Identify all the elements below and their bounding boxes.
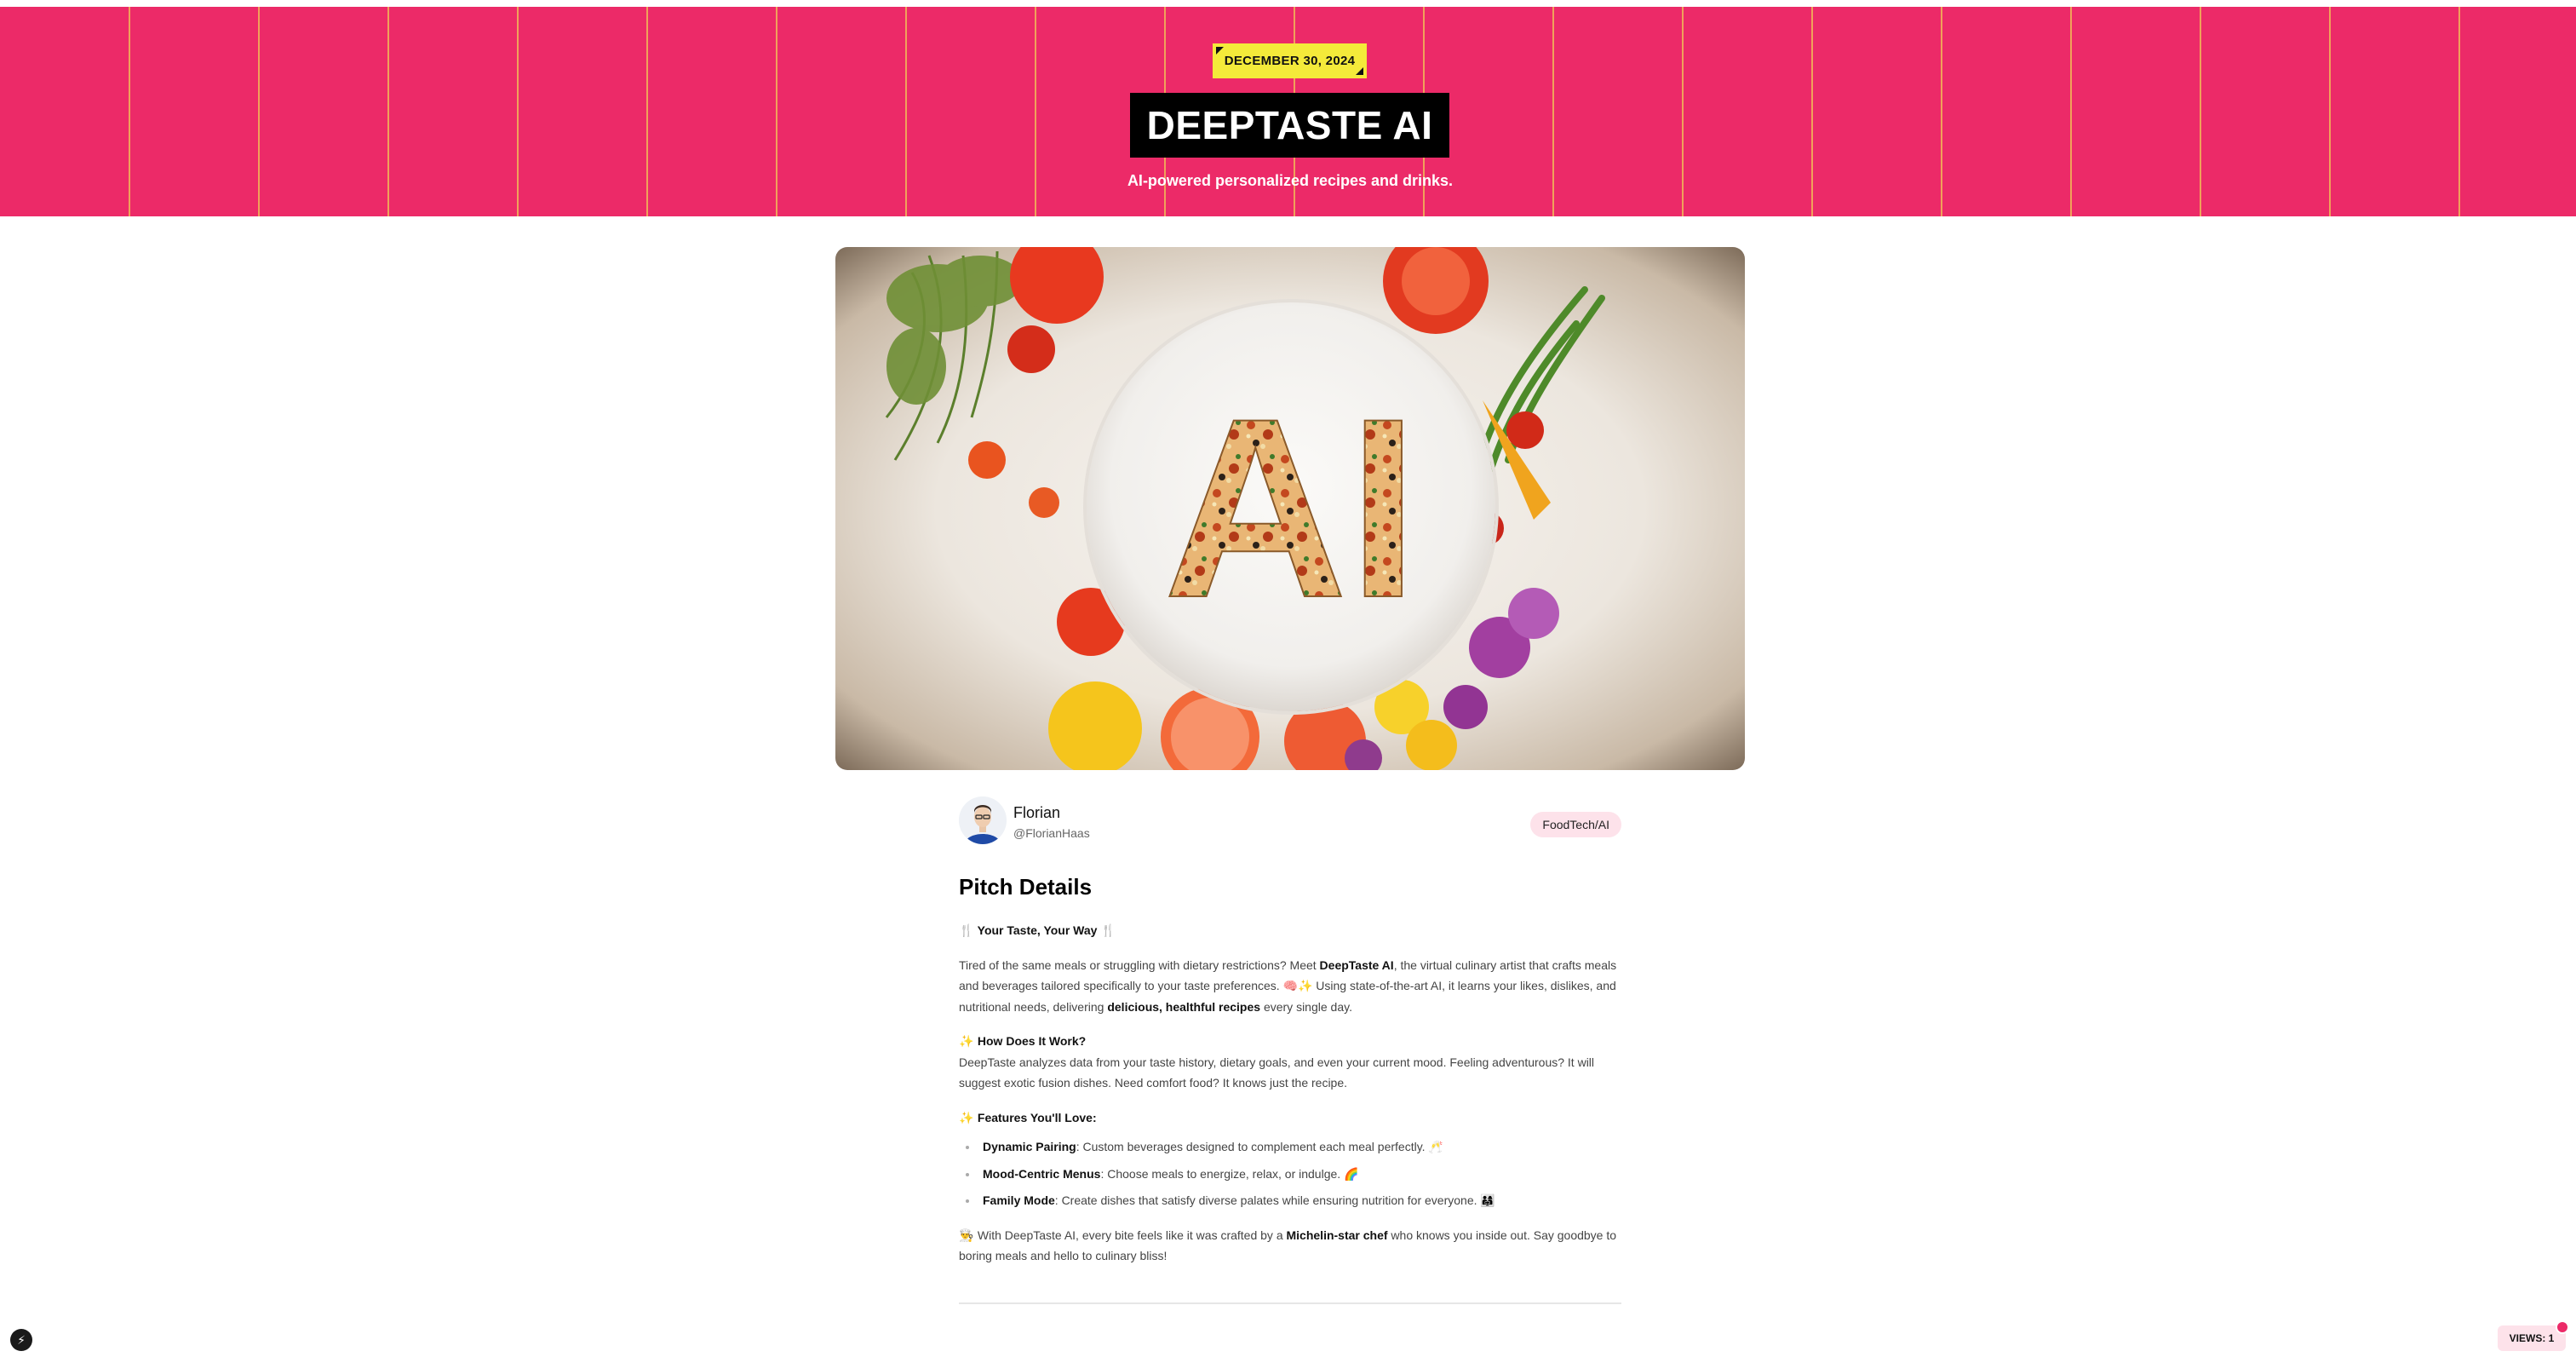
hero-image: AI xyxy=(835,247,1745,770)
views-label: VIEWS: 1 xyxy=(2509,1332,2555,1344)
intro-bold-name: DeepTaste AI xyxy=(1319,957,1394,972)
intro-paragraph: Tired of the same meals or struggling wi… xyxy=(959,955,1621,1018)
feature-text: : Custom beverages designed to complemen… xyxy=(1076,1140,1443,1153)
list-item: Dynamic Pairing: Custom beverages design… xyxy=(959,1136,1621,1158)
features-heading-row: ✨ Features You'll Love: xyxy=(959,1107,1621,1129)
section-heading: Pitch Details xyxy=(959,874,1093,900)
features-heading: Features You'll Love: xyxy=(977,1110,1097,1124)
closing-paragraph: 👨‍🍳 With DeepTaste AI, every bite feels … xyxy=(959,1225,1621,1267)
sparkles-icon: ✨ xyxy=(959,1034,974,1048)
header-banner: DECEMBER 30, 2024 DEEPTASTE AI AI-powere… xyxy=(0,7,2576,216)
how-it-works: ✨ How Does It Work? DeepTaste analyzes d… xyxy=(959,1031,1621,1094)
fork-knife-icon: 🍴 xyxy=(959,923,974,937)
page-subtitle: AI-powered personalized recipes and drin… xyxy=(1127,172,1454,189)
closing-bold: Michelin-star chef xyxy=(1286,1228,1388,1242)
date-badge: DECEMBER 30, 2024 xyxy=(1213,43,1367,78)
author-name[interactable]: Florian xyxy=(1013,804,1060,822)
hero-ai-letters: AI xyxy=(1163,365,1419,651)
tagline: 🍴 Your Taste, Your Way 🍴 xyxy=(959,920,1621,941)
intro-text: every single day. xyxy=(1260,999,1352,1014)
feature-text: : Choose meals to energize, relax, or in… xyxy=(1100,1166,1359,1181)
author-row: Florian @FlorianHaas FoodTech/AI xyxy=(959,796,1621,848)
article-content: Pitch Details 🍴 Your Taste, Your Way 🍴 T… xyxy=(959,872,1621,1280)
how-heading: How Does It Work? xyxy=(977,1034,1087,1048)
sparkles-icon: ✨ xyxy=(959,1110,974,1124)
feature-title: Mood-Centric Menus xyxy=(983,1166,1101,1181)
list-item: Family Mode: Create dishes that satisfy … xyxy=(959,1190,1621,1211)
page-title: DEEPTASTE AI xyxy=(1130,93,1449,158)
feature-title: Dynamic Pairing xyxy=(983,1140,1076,1153)
author-handle[interactable]: @FlorianHaas xyxy=(1013,826,1090,840)
intro-bold-recipes: delicious, healthful recipes xyxy=(1107,999,1261,1014)
chef-icon: 👨‍🍳 xyxy=(959,1228,974,1242)
list-item: Mood-Centric Menus: Choose meals to ener… xyxy=(959,1164,1621,1185)
avatar[interactable] xyxy=(959,796,1007,844)
corner-mark-icon xyxy=(1216,47,1224,55)
divider xyxy=(959,1302,1621,1304)
corner-mark-icon xyxy=(1356,67,1363,75)
date-text: DECEMBER 30, 2024 xyxy=(1224,54,1356,68)
category-tag[interactable]: FoodTech/AI xyxy=(1530,812,1621,837)
tagline-text: Your Taste, Your Way xyxy=(977,923,1098,937)
hero-illustration: AI xyxy=(885,247,1605,770)
notification-dot-icon xyxy=(2556,1320,2569,1334)
views-counter[interactable]: VIEWS: 1 xyxy=(2498,1320,2569,1351)
feature-title: Family Mode xyxy=(983,1193,1055,1207)
features-list: Dynamic Pairing: Custom beverages design… xyxy=(959,1136,1621,1211)
lightning-icon[interactable]: ⚡ xyxy=(10,1329,32,1351)
fork-knife-icon: 🍴 xyxy=(1100,923,1116,937)
feature-text: : Create dishes that satisfy diverse pal… xyxy=(1054,1193,1495,1207)
how-body: DeepTaste analyzes data from your taste … xyxy=(959,1055,1595,1090)
intro-text: Tired of the same meals or struggling wi… xyxy=(959,957,1320,972)
closing-text: With DeepTaste AI, every bite feels like… xyxy=(977,1228,1287,1242)
person-icon xyxy=(959,796,1007,844)
